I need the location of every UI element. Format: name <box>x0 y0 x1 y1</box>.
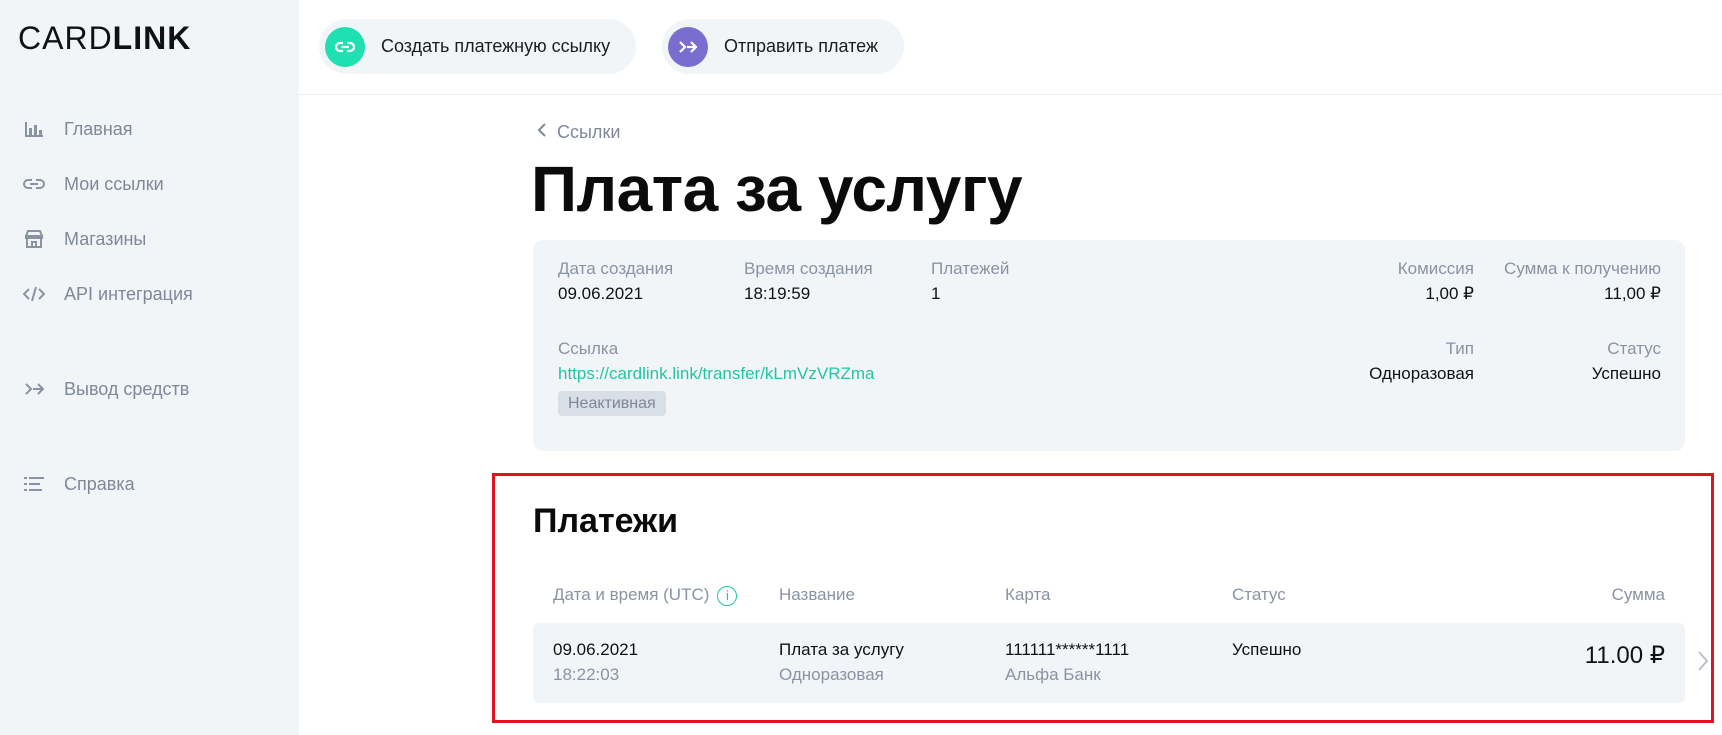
receive-amount-label: Сумма к получению <box>1504 259 1661 278</box>
payment-type: Одноразовая <box>779 665 884 684</box>
column-header-card: Карта <box>1005 585 1051 604</box>
sidebar-item-label: Справка <box>64 473 135 494</box>
top-bar: Создать платежную ссылку Отправить плате… <box>299 0 1722 95</box>
payment-status: Успешно <box>1232 640 1302 659</box>
double-arrow-icon <box>668 26 708 67</box>
send-payment-label: Отправить платеж <box>724 36 879 56</box>
chevron-right-icon[interactable] <box>1697 650 1709 677</box>
column-header-status: Статус <box>1232 585 1286 604</box>
create-payment-link-button[interactable]: Создать платежную ссылку <box>319 19 637 74</box>
send-payment-button[interactable]: Отправить платеж <box>662 19 905 74</box>
created-time-value: 18:19:59 <box>744 284 811 303</box>
code-icon <box>22 282 46 306</box>
payments-section-title: Платежи <box>533 502 679 540</box>
payment-amount: 11.00 ₽ <box>1584 642 1665 669</box>
table-row[interactable]: 09.06.2021 18:22:03 Плата за услугу Одно… <box>533 623 1685 703</box>
status-label: Статус <box>1607 339 1661 358</box>
column-header-datetime-label: Дата и время (UTC) <box>553 585 710 604</box>
commission-value: 1,00 ₽ <box>1425 284 1474 303</box>
link-label: Ссылка <box>558 339 619 358</box>
commission-label: Комиссия <box>1397 259 1474 278</box>
payments-count-label: Платежей <box>931 259 1010 278</box>
link-icon <box>22 172 46 196</box>
created-date-label: Дата создания <box>558 259 674 278</box>
type-label: Тип <box>1445 339 1474 358</box>
info-icon[interactable]: i <box>717 585 738 606</box>
receive-amount-value: 11,00 ₽ <box>1604 284 1661 303</box>
sidebar-item-home[interactable]: Главная <box>22 114 133 144</box>
cardlink-logo[interactable]: CARDLINK <box>18 20 191 57</box>
payment-link-url[interactable]: https://cardlink.link/transfer/kLmVzVRZm… <box>558 364 874 384</box>
payment-name: Плата за услугу <box>779 640 904 659</box>
chevron-left-icon <box>537 122 547 143</box>
status-value: Успешно <box>1591 364 1661 383</box>
payment-card-number: 111111******1111 <box>1005 640 1130 659</box>
sidebar-item-api[interactable]: API интеграция <box>22 279 193 309</box>
create-payment-link-label: Создать платежную ссылку <box>381 36 611 56</box>
sidebar-item-label: Главная <box>64 118 133 139</box>
logo-text-light: CARD <box>18 20 113 56</box>
sidebar-item-stores[interactable]: Магазины <box>22 224 146 254</box>
sidebar-item-withdraw[interactable]: Вывод средств <box>22 374 189 404</box>
link-state-badge: Неактивная <box>558 391 666 416</box>
back-label: Ссылки <box>557 122 621 142</box>
back-to-links-link[interactable]: Ссылки <box>537 122 620 143</box>
sidebar-item-help[interactable]: Справка <box>22 469 135 499</box>
store-icon <box>22 227 46 251</box>
payment-date: 09.06.2021 <box>553 640 639 659</box>
sidebar-item-label: Вывод средств <box>64 378 190 399</box>
sidebar-item-label: Магазины <box>64 228 147 249</box>
logo-text-bold: LINK <box>112 20 192 56</box>
payment-time: 18:22:03 <box>553 665 620 684</box>
sidebar-item-label: Мои ссылки <box>64 173 164 194</box>
sidebar: CARDLINK Главная Мои ссылки Магазины API… <box>0 0 299 735</box>
sidebar-item-my-links[interactable]: Мои ссылки <box>22 169 164 199</box>
column-header-datetime[interactable]: Дата и время (UTC) i <box>553 585 738 606</box>
sidebar-item-label: API интеграция <box>64 283 193 304</box>
page-title: Плата за услугу <box>531 153 1023 225</box>
created-date-value: 09.06.2021 <box>558 284 644 303</box>
column-header-name: Название <box>779 585 855 604</box>
double-arrow-icon <box>22 377 46 401</box>
link-details-card: Дата создания 09.06.2021 Время создания … <box>533 240 1685 451</box>
link-icon <box>325 26 365 67</box>
list-icon <box>22 472 46 496</box>
created-time-label: Время создания <box>744 259 873 278</box>
column-header-amount: Сумма <box>1611 585 1665 604</box>
payments-count-value: 1 <box>931 284 941 303</box>
bar-chart-icon <box>22 117 46 141</box>
type-value: Одноразовая <box>1369 364 1474 383</box>
payment-bank: Альфа Банк <box>1005 665 1101 684</box>
